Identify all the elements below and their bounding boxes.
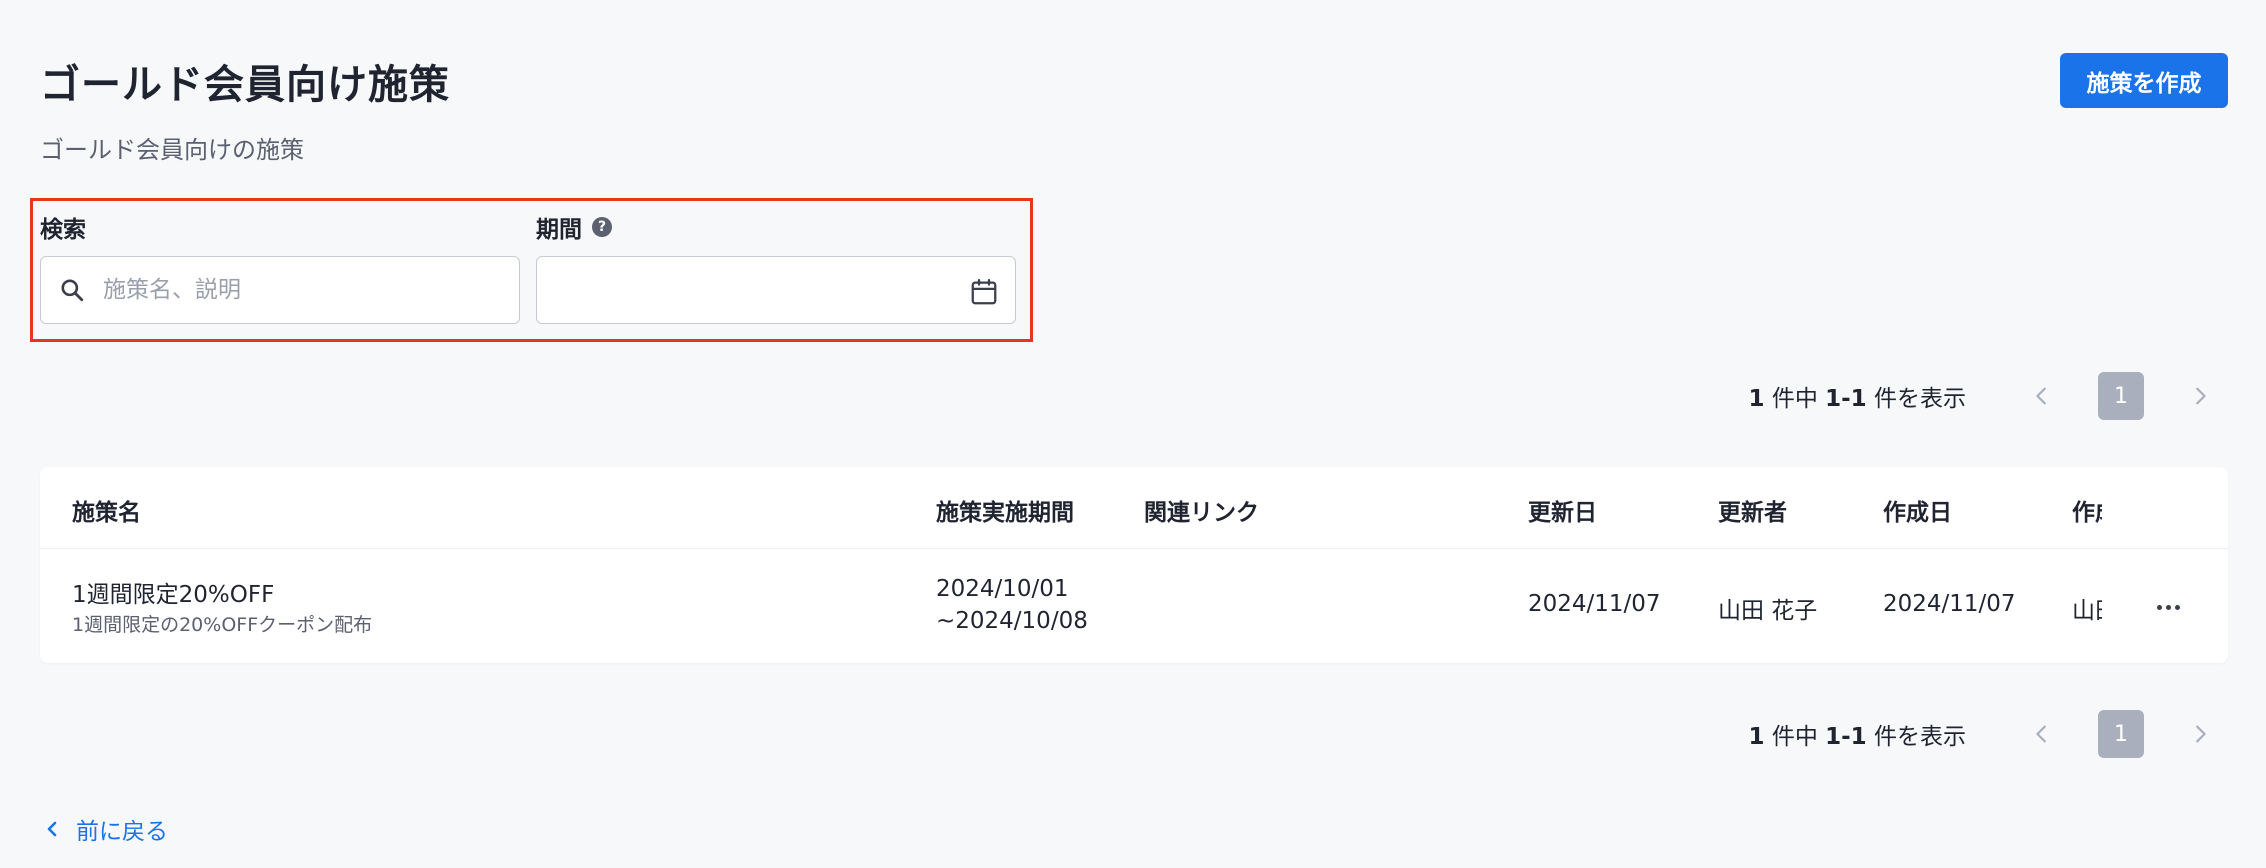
created-date: 2024/11/07 <box>1883 591 2016 617</box>
column-header: 関連リンク <box>1144 500 1259 526</box>
range: 1-1 <box>1825 724 1867 750</box>
search-label: 検索 <box>40 210 86 244</box>
search-input[interactable] <box>103 277 503 303</box>
pagination-bottom: 1 件中 1-1 件を表示 1 <box>1700 710 2220 758</box>
search-label-text: 検索 <box>40 217 86 243</box>
more-icon[interactable] <box>2148 593 2188 621</box>
next-page-button[interactable] <box>2180 376 2220 416</box>
back-link-label[interactable]: 前に戻る <box>76 812 168 846</box>
pagination-summary: 1 件中 1-1 件を表示 <box>1748 379 1966 413</box>
calendar-icon[interactable] <box>969 277 999 307</box>
summary-mid: 件中 <box>1771 386 1818 412</box>
summary-end: 件を表示 <box>1874 386 1966 412</box>
column-header: 施策実施期間 <box>936 500 1074 526</box>
updated-date: 2024/11/07 <box>1528 591 1661 617</box>
range: 1-1 <box>1825 386 1867 412</box>
search-field[interactable] <box>40 256 520 324</box>
total-count: 1 <box>1748 386 1765 412</box>
next-page-button[interactable] <box>2180 714 2220 754</box>
page: ゴールド会員向け施策 ゴールド会員向けの施策 施策を作成 検索 期間 ? 1 件… <box>0 0 2266 868</box>
search-icon <box>61 279 84 302</box>
page-title: ゴールド会員向け施策 <box>40 62 450 108</box>
pagination-summary: 1 件中 1-1 件を表示 <box>1748 717 1966 751</box>
back-link[interactable]: 前に戻る <box>44 813 168 845</box>
updated-by: 山田 花子 <box>1718 598 1818 624</box>
create-campaign-button[interactable]: 施策を作成 <box>2060 53 2228 108</box>
campaign-table: 施策名 施策実施期間 関連リンク 更新日 更新者 作成日 作成者 1週間限定20… <box>40 467 2228 663</box>
column-header: 作成日 <box>1883 500 1952 526</box>
page-subtitle: ゴールド会員向けの施策 <box>40 136 304 164</box>
chevron-left-icon <box>47 821 57 837</box>
campaign-period-end: ~2024/10/08 <box>936 608 1088 634</box>
column-header: 作成者 <box>2072 500 2102 526</box>
period-label-text: 期間 <box>536 217 582 243</box>
page-number[interactable]: 1 <box>2098 372 2144 420</box>
column-header: 施策名 <box>72 500 141 526</box>
chevron-right-icon <box>2196 725 2206 743</box>
prev-page-button[interactable] <box>2022 376 2062 416</box>
campaign-period-start: 2024/10/01 <box>936 576 1069 602</box>
created-by: 山田 花子 <box>2072 598 2102 624</box>
prev-page-button[interactable] <box>2022 714 2062 754</box>
chevron-right-icon <box>2196 387 2206 405</box>
campaign-name[interactable]: 1週間限定20%OFF <box>72 575 274 609</box>
column-header: 更新日 <box>1528 500 1597 526</box>
total-count: 1 <box>1748 724 1765 750</box>
page-number[interactable]: 1 <box>2098 710 2144 758</box>
chevron-left-icon <box>2036 725 2046 743</box>
period-date-picker[interactable] <box>536 256 1016 324</box>
table-header: 施策名 施策実施期間 関連リンク 更新日 更新者 作成日 作成者 <box>40 467 2228 549</box>
pagination-top: 1 件中 1-1 件を表示 1 <box>1700 372 2220 420</box>
chevron-left-icon <box>2036 387 2046 405</box>
summary-end: 件を表示 <box>1874 724 1966 750</box>
column-header: 更新者 <box>1718 500 1787 526</box>
campaign-description: 1週間限定の20%OFFクーポン配布 <box>72 614 373 636</box>
period-label: 期間 ? <box>536 210 612 244</box>
help-icon[interactable]: ? <box>592 217 612 237</box>
summary-mid: 件中 <box>1771 724 1818 750</box>
